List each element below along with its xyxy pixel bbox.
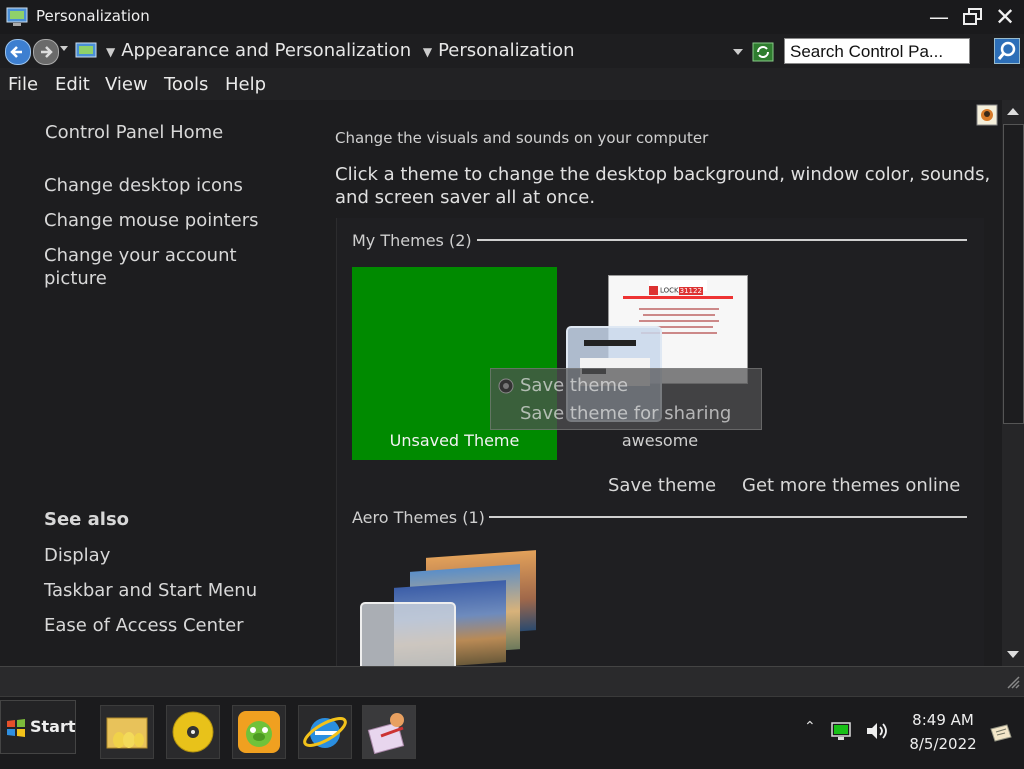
forward-arrow-icon bbox=[41, 46, 53, 58]
breadcrumb: ▼ Appearance and Personalization ▼ Persona… bbox=[106, 40, 575, 61]
windows-logo-icon bbox=[7, 719, 25, 737]
address-dropdown-icon[interactable] bbox=[733, 49, 743, 55]
clock-time[interactable]: 8:49 AM bbox=[900, 711, 986, 729]
save-theme-link[interactable]: Save theme bbox=[608, 475, 716, 496]
restore-button[interactable] bbox=[958, 4, 988, 30]
context-menu: Save theme Save theme for sharing bbox=[490, 368, 762, 430]
my-themes-divider bbox=[477, 239, 967, 241]
awesome-theme-label: awesome bbox=[621, 431, 699, 450]
vertical-scrollbar[interactable] bbox=[1002, 100, 1024, 666]
ransom-note-line bbox=[623, 296, 733, 299]
search-input[interactable]: Search Control Pa... bbox=[784, 38, 970, 64]
control-panel-icon bbox=[75, 42, 97, 58]
control-panel-home-link[interactable]: Control Panel Home bbox=[45, 122, 223, 143]
breadcrumb-chevron-icon[interactable]: ▼ bbox=[106, 45, 115, 59]
taskbar-explorer[interactable] bbox=[100, 705, 154, 759]
taskbar: Start ⌃ 8:49 AM 8/5/2022 bbox=[0, 696, 1024, 769]
aero-themes-heading: Aero Themes (1) bbox=[352, 508, 485, 527]
network-icon[interactable] bbox=[830, 721, 852, 741]
display-link[interactable]: Display bbox=[44, 545, 110, 566]
my-themes-heading: My Themes (2) bbox=[352, 231, 472, 250]
aero-themes-divider bbox=[489, 516, 967, 518]
user-avatar-icon[interactable] bbox=[976, 104, 998, 126]
menu-bar: File Edit View Tools Help bbox=[0, 68, 1024, 100]
menu-tools[interactable]: Tools bbox=[164, 74, 208, 95]
change-account-picture-link-cont[interactable]: picture bbox=[44, 268, 107, 289]
title-bar: Personalization — ✕ bbox=[0, 0, 1024, 34]
start-button[interactable]: Start bbox=[0, 700, 76, 754]
context-menu-save-for-sharing[interactable]: Save theme for sharing bbox=[520, 403, 731, 424]
scroll-thumb[interactable] bbox=[1003, 124, 1024, 424]
search-icon bbox=[997, 41, 1016, 60]
change-account-picture-link[interactable]: Change your account bbox=[44, 245, 237, 266]
internet-explorer-icon bbox=[303, 717, 347, 748]
action-center-icon[interactable] bbox=[989, 723, 1013, 743]
scroll-up-icon[interactable] bbox=[1007, 108, 1019, 115]
menu-view[interactable]: View bbox=[105, 74, 148, 95]
control-panel-icon bbox=[6, 7, 28, 26]
folder-icon bbox=[106, 717, 148, 749]
window-title: Personalization bbox=[36, 7, 150, 25]
save-icon bbox=[498, 378, 514, 394]
unsaved-theme-label: Unsaved Theme bbox=[389, 431, 520, 450]
back-arrow-icon bbox=[10, 46, 22, 58]
back-button[interactable] bbox=[5, 39, 31, 65]
ransom-note-line bbox=[639, 320, 719, 322]
taskbar-control-panel[interactable] bbox=[362, 705, 416, 759]
taskbar-media[interactable] bbox=[166, 705, 220, 759]
resize-grip-icon[interactable] bbox=[1006, 675, 1020, 689]
page-subtitle: Change the visuals and sounds on your co… bbox=[335, 129, 709, 147]
close-button[interactable]: ✕ bbox=[990, 4, 1020, 30]
change-mouse-pointers-link[interactable]: Change mouse pointers bbox=[44, 210, 259, 231]
status-bar bbox=[0, 666, 1024, 697]
scroll-down-icon[interactable] bbox=[1007, 651, 1019, 658]
get-more-themes-link[interactable]: Get more themes online bbox=[742, 475, 960, 496]
breadcrumb-chevron-icon[interactable]: ▼ bbox=[423, 45, 432, 59]
swatch-bar bbox=[584, 340, 636, 346]
restore-icon bbox=[963, 8, 982, 25]
forward-button[interactable] bbox=[33, 39, 59, 65]
personalize-icon bbox=[367, 713, 405, 755]
taskbar-start-menu-link[interactable]: Taskbar and Start Menu bbox=[44, 580, 257, 601]
start-label: Start bbox=[30, 717, 76, 736]
ease-of-access-link[interactable]: Ease of Access Center bbox=[44, 615, 244, 636]
address-bar: ▼ Appearance and Personalization ▼ Persona… bbox=[0, 34, 1024, 68]
history-dropdown-icon[interactable] bbox=[60, 46, 68, 51]
menu-help[interactable]: Help bbox=[225, 74, 266, 95]
menu-edit[interactable]: Edit bbox=[55, 74, 90, 95]
breadcrumb-appearance[interactable]: Appearance and Personalization bbox=[121, 40, 411, 61]
see-also-heading: See also bbox=[44, 509, 130, 530]
refresh-icon[interactable] bbox=[752, 42, 774, 62]
menu-file[interactable]: File bbox=[8, 74, 38, 95]
page-description-cont: and screen saver all at once. bbox=[335, 187, 596, 208]
aero-theme-tile[interactable] bbox=[360, 550, 540, 666]
ransom-note-line bbox=[643, 314, 715, 316]
ransom-note-line bbox=[639, 308, 719, 310]
lock-text: LOCK bbox=[660, 286, 679, 295]
taskbar-game[interactable] bbox=[232, 705, 286, 759]
volume-icon[interactable] bbox=[865, 721, 891, 741]
angry-birds-icon bbox=[238, 711, 280, 753]
taskbar-internet-explorer[interactable] bbox=[298, 705, 352, 759]
disc-icon bbox=[172, 711, 214, 753]
tray-expand-icon[interactable]: ⌃ bbox=[804, 719, 816, 735]
context-menu-save-theme[interactable]: Save theme bbox=[520, 375, 628, 396]
minimize-button[interactable]: — bbox=[924, 4, 954, 30]
aero-color-swatch bbox=[360, 602, 456, 666]
change-desktop-icons-link[interactable]: Change desktop icons bbox=[44, 175, 243, 196]
lock-banner: LOCK31122 bbox=[649, 280, 707, 295]
lock-code: 31122 bbox=[678, 286, 703, 295]
page-description: Click a theme to change the desktop back… bbox=[335, 164, 991, 185]
clock-date[interactable]: 8/5/2022 bbox=[900, 735, 986, 753]
search-button[interactable] bbox=[994, 38, 1020, 64]
breadcrumb-personalization[interactable]: Personalization bbox=[438, 40, 574, 61]
